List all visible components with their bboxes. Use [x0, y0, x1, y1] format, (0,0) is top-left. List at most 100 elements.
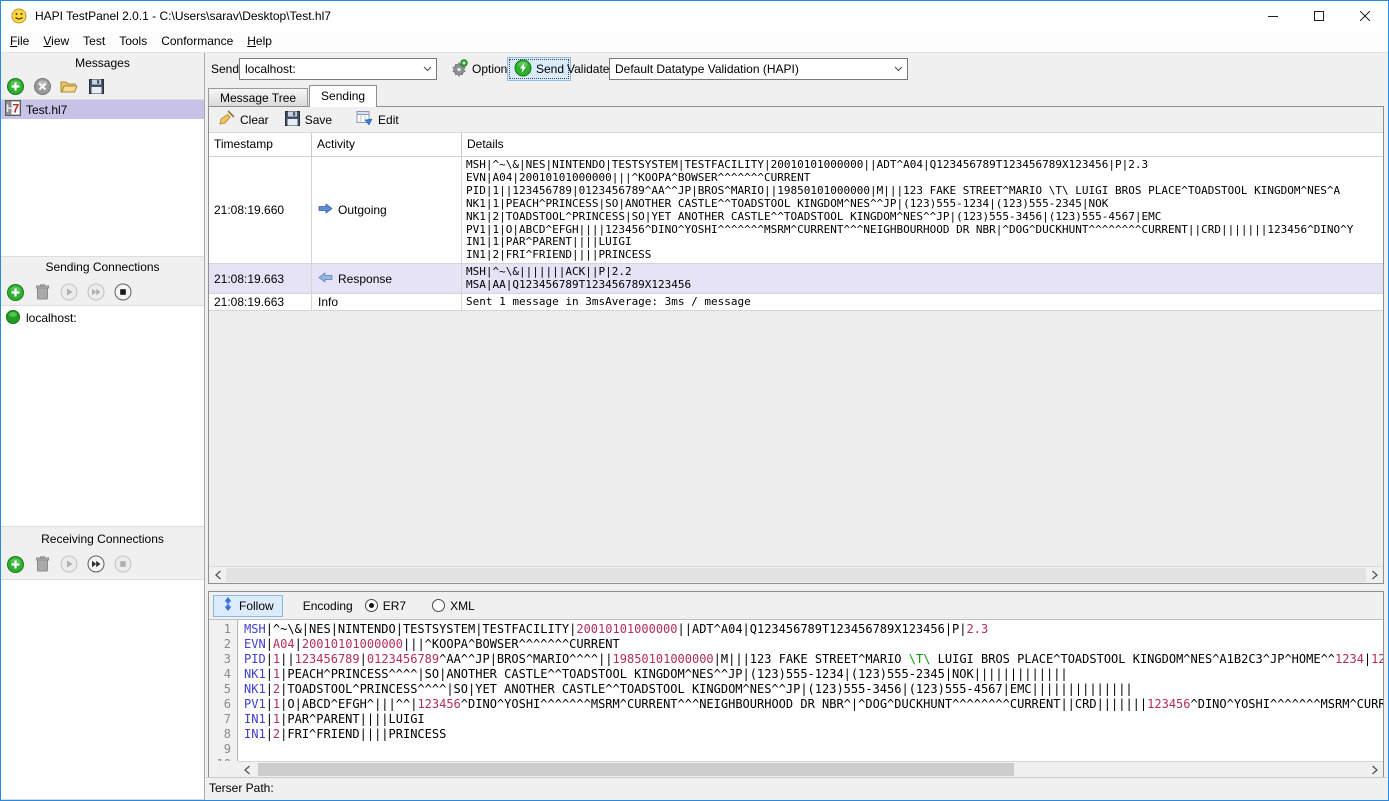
close-button[interactable]: [1342, 1, 1388, 30]
editor-line[interactable]: NK1|1|PEACH^PRINCESS^^^^|SO|ANOTHER CAST…: [239, 667, 1383, 682]
send-icon: [514, 59, 532, 80]
table-row[interactable]: 21:08:19.663ResponseMSH|^~\&|||||||ACK||…: [209, 264, 1383, 294]
receiving-connections-list: [1, 579, 204, 800]
log-table-header: Timestamp Activity Details: [209, 133, 1383, 157]
log-details: Sent 1 message in 3msAverage: 3ms / mess…: [462, 294, 1383, 310]
radio-icon: [365, 599, 378, 612]
editor-lines: MSH|^~\&|NES|NINTENDO|TESTSYSTEM|TESTFAC…: [239, 620, 1383, 761]
main-area: Send localhost: Options Send Validate De…: [206, 53, 1387, 799]
encoding-radio-xml[interactable]: XML: [432, 599, 475, 613]
editor-line[interactable]: EVN|A04|20010101000000|||^KOOPA^BOWSER^^…: [239, 637, 1383, 652]
hl7-editor[interactable]: 12345678910 MSH|^~\&|NES|NINTENDO|TESTSY…: [209, 619, 1383, 761]
menu-tools[interactable]: Tools: [112, 31, 154, 52]
editor-line[interactable]: IN1|1|PAR^PARENT||||LUIGI: [239, 712, 1383, 727]
validate-value: Default Datatype Validation (HAPI): [610, 62, 889, 76]
save-button-label: Save: [305, 113, 332, 127]
edit-button-label: Edit: [378, 113, 399, 127]
receiving-connections-title: Receiving Connections: [1, 531, 204, 547]
edit-icon: [356, 110, 373, 129]
follow-toggle-button[interactable]: Follow: [213, 595, 283, 617]
menu-help[interactable]: Help: [240, 31, 279, 52]
menu-test[interactable]: Test: [76, 31, 112, 52]
column-header-activity[interactable]: Activity: [312, 133, 462, 156]
send-toolbar: Send localhost: Options Send Validate De…: [206, 53, 1387, 85]
save-file-button[interactable]: [86, 76, 106, 96]
log-horizontal-scrollbar[interactable]: [209, 566, 1383, 583]
tab-message-tree[interactable]: Message Tree: [208, 88, 308, 106]
start-connection-button[interactable]: [59, 282, 79, 302]
log-timestamp: 21:08:19.660: [209, 157, 312, 263]
app-smiley-icon: [11, 8, 27, 24]
start-all-receiving-connections-button[interactable]: [86, 554, 106, 574]
scrollbar-thumb[interactable]: [226, 568, 1366, 582]
editor-toolbar: Follow Encoding ER7XML: [209, 592, 1383, 619]
scrollbar-thumb[interactable]: [258, 763, 1014, 776]
clear-button[interactable]: Clear: [213, 108, 274, 131]
delete-receiving-connection-button[interactable]: [32, 554, 52, 574]
line-number: 8: [209, 727, 237, 742]
scroll-right-icon[interactable]: [1366, 762, 1383, 777]
scroll-right-icon[interactable]: [1366, 567, 1383, 583]
add-receiving-connection-button[interactable]: [5, 554, 25, 574]
table-row[interactable]: 21:08:19.660OutgoingMSH|^~\&|NES|NINTEND…: [209, 157, 1383, 264]
broom-icon: [218, 110, 235, 129]
editor-line[interactable]: IN1|2|FRI^FRIEND||||PRINCESS: [239, 727, 1383, 742]
validate-combobox[interactable]: Default Datatype Validation (HAPI): [609, 58, 908, 80]
open-file-button[interactable]: [59, 76, 79, 96]
editor-horizontal-scrollbar[interactable]: [238, 761, 1383, 777]
column-header-timestamp[interactable]: Timestamp: [209, 133, 312, 156]
menu-file[interactable]: File: [3, 31, 36, 52]
save-log-button[interactable]: Save: [280, 109, 337, 131]
connection-item-label: localhost:: [26, 311, 77, 325]
receiving-connections-toolbar: [5, 553, 204, 575]
log-activity-label: Response: [338, 272, 392, 286]
minimize-button[interactable]: [1250, 1, 1296, 30]
editor-line[interactable]: MSH|^~\&|NES|NINTENDO|TESTSYSTEM|TESTFAC…: [239, 622, 1383, 637]
line-number: 2: [209, 637, 237, 652]
send-button[interactable]: Send: [507, 57, 571, 81]
delete-connection-button[interactable]: [32, 282, 52, 302]
start-all-connections-button[interactable]: [86, 282, 106, 302]
view-tabs: Message Tree Sending: [208, 85, 378, 106]
message-item-test-hl7[interactable]: H7 Test.hl7: [1, 100, 204, 119]
line-number: 3: [209, 652, 237, 667]
line-number: 6: [209, 697, 237, 712]
maximize-button[interactable]: [1296, 1, 1342, 30]
column-header-details[interactable]: Details: [462, 133, 1383, 156]
send-target-value: localhost:: [240, 62, 418, 76]
hl7-file-icon: H7: [5, 100, 21, 119]
close-message-button[interactable]: [32, 76, 52, 96]
chevron-down-icon: [889, 66, 907, 72]
send-target-combobox[interactable]: localhost:: [239, 58, 437, 80]
table-row[interactable]: 21:08:19.663InfoSent 1 message in 3msAve…: [209, 294, 1383, 311]
connection-item-localhost[interactable]: localhost:: [1, 308, 204, 328]
scroll-left-icon[interactable]: [238, 762, 255, 777]
add-message-button[interactable]: [5, 76, 25, 96]
chevron-down-icon: [418, 66, 436, 72]
menu-conformance[interactable]: Conformance: [154, 31, 240, 52]
messages-section-title: Messages: [1, 55, 204, 71]
editor-line[interactable]: PV1|1|O|ABCD^EFGH^|||^^|123456^DINO^YOSH…: [239, 697, 1383, 712]
line-number: 10: [209, 757, 237, 761]
editor-line[interactable]: NK1|2|TOADSTOOL^PRINCESS^^^^|SO|YET ANOT…: [239, 682, 1383, 697]
edit-button[interactable]: Edit: [351, 108, 404, 131]
log-toolbar: Clear Save Edit: [209, 107, 1383, 133]
encoding-radio-er7[interactable]: ER7: [365, 599, 406, 613]
add-connection-button[interactable]: [5, 282, 25, 302]
stop-connection-button[interactable]: [113, 282, 133, 302]
menu-view[interactable]: View: [36, 31, 76, 52]
line-number: 9: [209, 742, 237, 757]
titlebar: HAPI TestPanel 2.0.1 - C:\Users\sarav\De…: [1, 1, 1388, 31]
sidebar: Messages H7 Test.hl7 Sending Connections…: [1, 53, 205, 800]
editor-gutter: 12345678910: [209, 620, 238, 761]
editor-line[interactable]: [239, 742, 1383, 757]
log-timestamp: 21:08:19.663: [209, 294, 312, 310]
log-activity: Info: [312, 294, 462, 310]
scroll-left-icon[interactable]: [209, 567, 226, 583]
editor-line[interactable]: PID|1||123456789|0123456789^AA^^JP|BROS^…: [239, 652, 1383, 667]
log-activity: Outgoing: [312, 157, 462, 263]
stop-receiving-connection-button[interactable]: [113, 554, 133, 574]
start-receiving-connection-button[interactable]: [59, 554, 79, 574]
response-arrow-icon: [318, 272, 333, 286]
tab-sending[interactable]: Sending: [309, 85, 377, 107]
